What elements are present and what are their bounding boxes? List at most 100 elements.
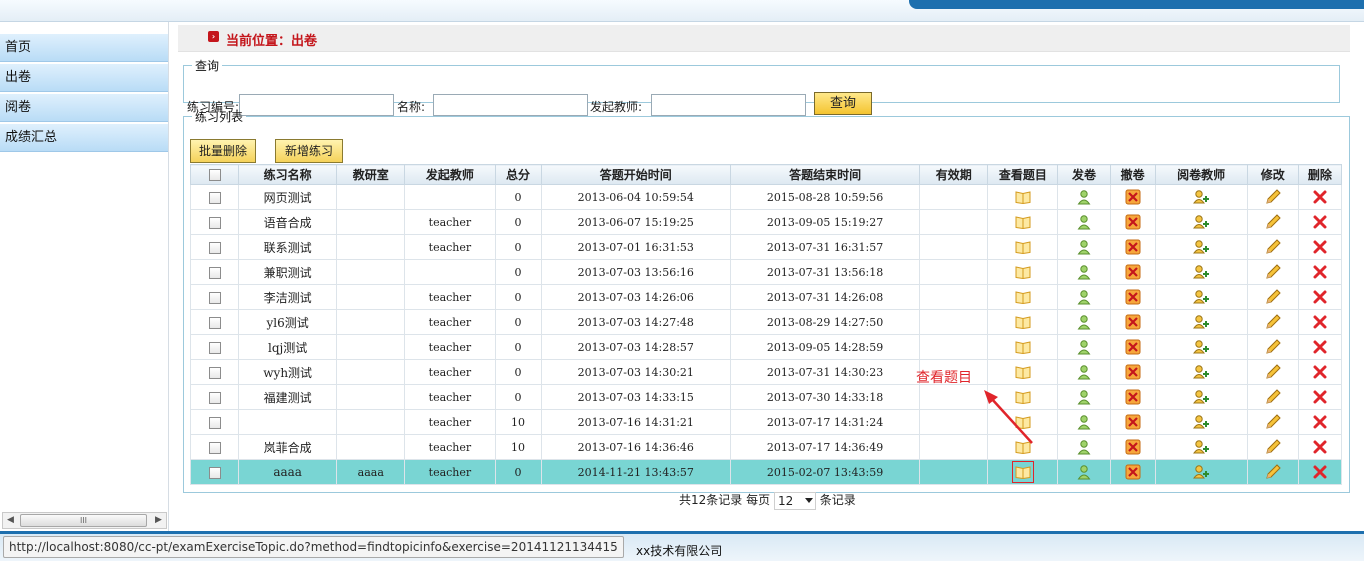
edit-pencil-icon[interactable] bbox=[1265, 289, 1281, 304]
row-select-cell[interactable] bbox=[189, 334, 240, 360]
view-topics-icon[interactable] bbox=[1015, 240, 1031, 255]
add-grader-icon[interactable] bbox=[1193, 340, 1210, 354]
publish-user-icon[interactable] bbox=[1076, 365, 1092, 380]
delete-x-icon[interactable] bbox=[1312, 440, 1328, 454]
revoke-icon[interactable] bbox=[1125, 314, 1141, 330]
delete-x-icon[interactable] bbox=[1312, 390, 1328, 404]
delete-x-icon[interactable] bbox=[1312, 340, 1328, 354]
table-row[interactable]: 联系测试 teacher 0 2013-07-01 16:31:53 2013-07-3… bbox=[189, 234, 1343, 260]
row-checkbox[interactable] bbox=[208, 316, 221, 329]
edit-pencil-icon[interactable] bbox=[1265, 464, 1281, 479]
row-checkbox[interactable] bbox=[208, 291, 221, 304]
table-row[interactable]: 岚菲合成 teacher 10 2013-07-16 14:36:46 2013-07-… bbox=[189, 434, 1343, 460]
table-row[interactable]: teacher 10 2013-07-16 14:31:21 2013-07-17 1… bbox=[189, 409, 1343, 435]
row-checkbox[interactable] bbox=[208, 241, 221, 254]
edit-pencil-icon[interactable] bbox=[1265, 314, 1281, 329]
delete-x-icon[interactable] bbox=[1312, 315, 1328, 329]
sidebar-item-create-exam[interactable]: 出卷 bbox=[0, 64, 168, 92]
revoke-icon[interactable] bbox=[1125, 189, 1141, 205]
per-page-select[interactable]: 12 bbox=[773, 491, 816, 510]
edit-pencil-icon[interactable] bbox=[1265, 414, 1281, 429]
revoke-icon[interactable] bbox=[1125, 239, 1141, 255]
view-topics-icon[interactable] bbox=[1015, 315, 1031, 330]
row-select-cell[interactable] bbox=[189, 259, 240, 285]
table-row[interactable]: 福建测试 teacher 0 2013-07-03 14:33:15 2013-07-3… bbox=[189, 384, 1343, 410]
delete-x-icon[interactable] bbox=[1312, 265, 1328, 279]
view-topics-icon[interactable] bbox=[1011, 462, 1034, 481]
edit-pencil-icon[interactable] bbox=[1265, 239, 1281, 254]
delete-x-icon[interactable] bbox=[1312, 290, 1328, 304]
publish-user-icon[interactable] bbox=[1076, 190, 1092, 205]
table-row[interactable]: 网页测试 0 2013-06-04 10:59:54 2015-08-28 10:59… bbox=[189, 184, 1343, 210]
revoke-icon[interactable] bbox=[1125, 414, 1141, 430]
sidebar-horizontal-scrollbar[interactable]: ◀ III ▶ bbox=[2, 512, 167, 529]
publish-user-icon[interactable] bbox=[1076, 215, 1092, 230]
sidebar-item-grading[interactable]: 阅卷 bbox=[0, 94, 168, 122]
add-grader-icon[interactable] bbox=[1193, 315, 1210, 329]
publish-user-icon[interactable] bbox=[1076, 440, 1092, 455]
table-row[interactable]: 兼职测试 0 2013-07-03 13:56:16 2013-07-31 13:56… bbox=[189, 259, 1343, 285]
add-grader-icon[interactable] bbox=[1193, 440, 1210, 454]
row-select-cell[interactable] bbox=[189, 184, 240, 210]
scroll-left-icon[interactable]: ◀ bbox=[3, 513, 18, 528]
row-checkbox[interactable] bbox=[208, 191, 221, 204]
edit-pencil-icon[interactable] bbox=[1265, 439, 1281, 454]
revoke-icon[interactable] bbox=[1125, 214, 1141, 230]
delete-x-icon[interactable] bbox=[1312, 365, 1328, 379]
publish-user-icon[interactable] bbox=[1076, 465, 1092, 480]
add-grader-icon[interactable] bbox=[1193, 415, 1210, 429]
row-checkbox[interactable] bbox=[208, 341, 221, 354]
row-select-cell[interactable] bbox=[189, 309, 240, 335]
row-checkbox[interactable] bbox=[208, 466, 221, 479]
add-grader-icon[interactable] bbox=[1193, 190, 1210, 204]
header-select-all[interactable] bbox=[189, 164, 240, 185]
revoke-icon[interactable] bbox=[1125, 339, 1141, 355]
publish-user-icon[interactable] bbox=[1076, 415, 1092, 430]
delete-x-icon[interactable] bbox=[1312, 240, 1328, 254]
table-row[interactable]: lqj测试 teacher 0 2013-07-03 14:28:57 2013-09-… bbox=[189, 334, 1343, 360]
select-all-checkbox[interactable] bbox=[208, 169, 221, 181]
table-row[interactable]: 语音合成 teacher 0 2013-06-07 15:19:25 2013-09-0… bbox=[189, 209, 1343, 235]
row-select-cell[interactable] bbox=[189, 434, 240, 460]
delete-x-icon[interactable] bbox=[1312, 415, 1328, 429]
add-grader-icon[interactable] bbox=[1193, 215, 1210, 229]
add-grader-icon[interactable] bbox=[1193, 240, 1210, 254]
view-topics-icon[interactable] bbox=[1015, 340, 1031, 355]
revoke-icon[interactable] bbox=[1125, 464, 1141, 480]
sidebar-item-score-summary[interactable]: 成绩汇总 bbox=[0, 124, 168, 152]
revoke-icon[interactable] bbox=[1125, 389, 1141, 405]
edit-pencil-icon[interactable] bbox=[1265, 389, 1281, 404]
edit-pencil-icon[interactable] bbox=[1265, 264, 1281, 279]
table-row[interactable]: wyh测试 teacher 0 2013-07-03 14:30:21 2013-07-… bbox=[189, 359, 1343, 385]
row-select-cell[interactable] bbox=[189, 359, 240, 385]
batch-delete-button[interactable]: 批量删除 bbox=[190, 139, 257, 163]
revoke-icon[interactable] bbox=[1125, 264, 1141, 280]
row-checkbox[interactable] bbox=[208, 391, 221, 404]
edit-pencil-icon[interactable] bbox=[1265, 214, 1281, 229]
add-grader-icon[interactable] bbox=[1193, 390, 1210, 404]
row-select-cell[interactable] bbox=[189, 384, 240, 410]
publish-user-icon[interactable] bbox=[1076, 315, 1092, 330]
view-topics-icon[interactable] bbox=[1015, 190, 1031, 205]
delete-x-icon[interactable] bbox=[1312, 215, 1328, 229]
edit-pencil-icon[interactable] bbox=[1265, 189, 1281, 204]
delete-x-icon[interactable] bbox=[1312, 190, 1328, 204]
edit-pencil-icon[interactable] bbox=[1265, 364, 1281, 379]
publish-user-icon[interactable] bbox=[1076, 240, 1092, 255]
revoke-icon[interactable] bbox=[1125, 289, 1141, 305]
table-row[interactable]: yl6测试 teacher 0 2013-07-03 14:27:48 2013-08-… bbox=[189, 309, 1343, 335]
scrollbar-thumb[interactable]: III bbox=[20, 514, 147, 527]
view-topics-icon[interactable] bbox=[1015, 265, 1031, 280]
table-row[interactable]: aaaa aaaa teacher 0 2014-11-21 13:43:57 2015-… bbox=[189, 459, 1343, 485]
add-grader-icon[interactable] bbox=[1193, 365, 1210, 379]
row-checkbox[interactable] bbox=[208, 266, 221, 279]
revoke-icon[interactable] bbox=[1125, 439, 1141, 455]
row-select-cell[interactable] bbox=[189, 234, 240, 260]
add-grader-icon[interactable] bbox=[1193, 290, 1210, 304]
view-topics-icon[interactable] bbox=[1015, 215, 1031, 230]
row-select-cell[interactable] bbox=[189, 284, 240, 310]
publish-user-icon[interactable] bbox=[1076, 390, 1092, 405]
edit-pencil-icon[interactable] bbox=[1265, 339, 1281, 354]
publish-user-icon[interactable] bbox=[1076, 265, 1092, 280]
add-grader-icon[interactable] bbox=[1193, 265, 1210, 279]
